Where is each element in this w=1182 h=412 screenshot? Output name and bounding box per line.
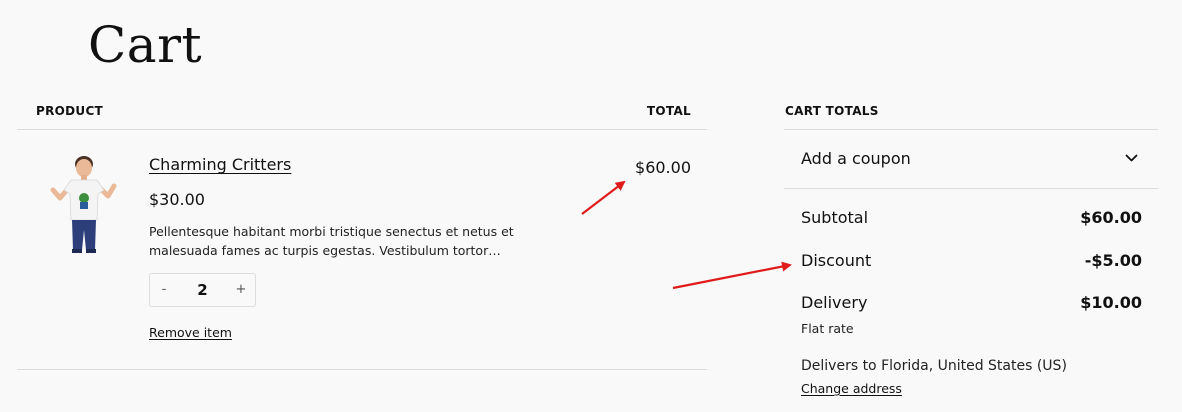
discount-row: Discount -$5.00 xyxy=(801,251,1142,275)
remove-item-link[interactable]: Remove item xyxy=(149,325,232,340)
subtotal-row: Subtotal $60.00 xyxy=(801,208,1142,232)
quantity-increase-button[interactable]: + xyxy=(227,274,255,306)
delivery-label: Delivery xyxy=(801,293,868,312)
discount-label: Discount xyxy=(801,251,872,270)
add-coupon-toggle[interactable]: Add a coupon xyxy=(784,130,1158,188)
change-address-link[interactable]: Change address xyxy=(801,381,902,396)
quantity-decrease-button[interactable]: - xyxy=(150,274,178,306)
totals-divider xyxy=(784,188,1158,189)
chevron-down-icon xyxy=(1125,154,1138,162)
table-divider xyxy=(17,129,707,130)
delivery-method: Flat rate xyxy=(801,321,854,336)
product-column-header: PRODUCT xyxy=(36,104,104,118)
discount-value: -$5.00 xyxy=(1084,251,1142,270)
cart-items-table: PRODUCT TOTAL Charming Critters $30.00 P… xyxy=(17,0,707,412)
delivery-value: $10.00 xyxy=(1080,293,1142,312)
table-divider xyxy=(17,369,707,370)
add-coupon-label: Add a coupon xyxy=(801,149,911,168)
quantity-input[interactable]: 2 xyxy=(178,274,227,306)
subtotal-value: $60.00 xyxy=(1080,208,1142,227)
quantity-stepper: - 2 + xyxy=(149,273,256,307)
cart-page: Cart PRODUCT TOTAL Charming Critters $30… xyxy=(0,0,1182,412)
product-image[interactable] xyxy=(44,150,120,256)
subtotal-label: Subtotal xyxy=(801,208,869,227)
product-name-link[interactable]: Charming Critters xyxy=(149,155,291,174)
delivery-row: Delivery $10.00 xyxy=(801,293,1142,317)
delivers-to-text: Delivers to Florida, United States (US) xyxy=(801,358,1067,374)
product-price: $30.00 xyxy=(149,190,205,209)
cart-totals-panel: CART TOTALS Add a coupon Subtotal $60.00… xyxy=(784,0,1158,412)
line-total: $60.00 xyxy=(635,158,691,177)
total-column-header: TOTAL xyxy=(646,104,691,118)
product-description: Pellentesque habitant morbi tristique se… xyxy=(149,224,514,258)
cart-totals-heading: CART TOTALS xyxy=(785,104,879,118)
